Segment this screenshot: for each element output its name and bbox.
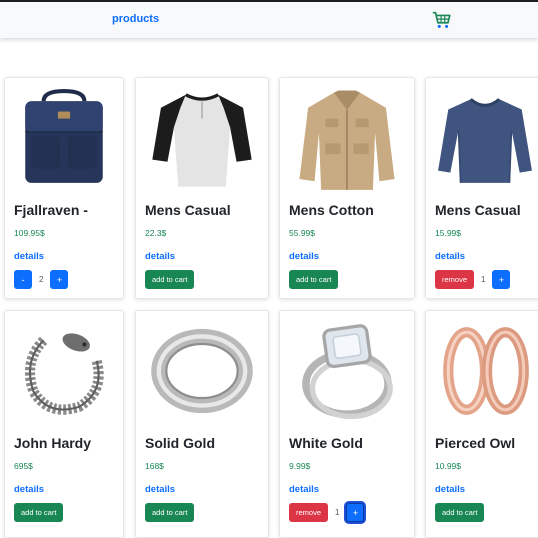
product-price: 168$ bbox=[145, 461, 164, 471]
silver-ring-image[interactable] bbox=[144, 317, 260, 425]
chain-bracelet-image[interactable] bbox=[13, 317, 115, 425]
cart-actions: remove 1 + bbox=[289, 503, 365, 522]
add-to-cart-button[interactable]: add to cart bbox=[14, 503, 64, 522]
cart-actions: add to cart bbox=[435, 503, 485, 522]
backpack-image[interactable] bbox=[13, 84, 115, 192]
product-price: 9.99$ bbox=[289, 461, 311, 471]
product-card: Pierced Owl 10.99$ details add to cart bbox=[425, 310, 538, 538]
add-to-cart-button[interactable]: add to cart bbox=[435, 503, 485, 522]
product-price: 109.95$ bbox=[14, 228, 45, 238]
remove-from-cart-button[interactable]: remove bbox=[435, 270, 475, 289]
remove-from-cart-button[interactable]: remove bbox=[289, 503, 329, 522]
diamond-ring-image[interactable] bbox=[288, 317, 406, 425]
product-price: 695$ bbox=[14, 461, 33, 471]
cart-actions: add to cart bbox=[14, 503, 64, 522]
increase-quantity-button[interactable]: + bbox=[492, 270, 511, 289]
cart-actions: add to cart bbox=[145, 270, 195, 289]
product-card: Solid Gold 168$ details add to cart bbox=[135, 310, 269, 538]
navbar: products bbox=[0, 2, 538, 38]
increase-quantity-button[interactable]: + bbox=[346, 503, 365, 522]
product-price: 22.3$ bbox=[145, 228, 167, 238]
product-title: White Gold bbox=[289, 435, 363, 451]
details-link[interactable]: details bbox=[14, 484, 44, 495]
cart-actions: - 2 + bbox=[14, 270, 69, 289]
product-title: Solid Gold bbox=[145, 435, 215, 451]
product-price: 10.99$ bbox=[435, 461, 461, 471]
product-title: Mens Casual bbox=[435, 202, 521, 218]
product-title: Mens Casual bbox=[145, 202, 231, 218]
product-title: John Hardy bbox=[14, 435, 92, 451]
details-link[interactable]: details bbox=[14, 251, 44, 262]
add-to-cart-button[interactable]: add to cart bbox=[289, 270, 339, 289]
cart-actions: add to cart bbox=[289, 270, 339, 289]
add-to-cart-button[interactable]: add to cart bbox=[145, 270, 195, 289]
product-price: 55.99$ bbox=[289, 228, 315, 238]
quantity-value: 2 bbox=[39, 275, 44, 284]
increase-quantity-button[interactable]: + bbox=[50, 270, 69, 289]
details-link[interactable]: details bbox=[145, 251, 175, 262]
product-title: Mens Cotton bbox=[289, 202, 374, 218]
product-title: Pierced Owl bbox=[435, 435, 516, 451]
details-link[interactable]: details bbox=[289, 484, 319, 495]
product-card: John Hardy 695$ details add to cart bbox=[4, 310, 124, 538]
product-card: Fjallraven - 109.95$ details - 2 + bbox=[4, 77, 124, 299]
product-card: Mens Casual 15.99$ details remove 1 + bbox=[425, 77, 538, 299]
raglan-tshirt-image[interactable] bbox=[144, 84, 260, 192]
quantity-value: 1 bbox=[335, 508, 340, 517]
details-link[interactable]: details bbox=[145, 484, 175, 495]
rose-gold-rings-image[interactable] bbox=[434, 317, 536, 425]
product-card: White Gold 9.99$ details remove 1 + bbox=[279, 310, 415, 538]
quantity-value: 1 bbox=[481, 275, 486, 284]
cart-actions: add to cart bbox=[145, 503, 195, 522]
slim-fit-shirt-image[interactable] bbox=[434, 84, 536, 192]
cotton-jacket-image[interactable] bbox=[288, 84, 406, 192]
product-card: Mens Casual 22.3$ details add to cart bbox=[135, 77, 269, 299]
shopping-cart-icon[interactable] bbox=[431, 9, 453, 31]
details-link[interactable]: details bbox=[289, 251, 319, 262]
decrease-quantity-button[interactable]: - bbox=[14, 270, 32, 289]
product-card: Mens Cotton 55.99$ details add to cart bbox=[279, 77, 415, 299]
product-price: 15.99$ bbox=[435, 228, 461, 238]
nav-products-link[interactable]: products bbox=[112, 13, 159, 25]
details-link[interactable]: details bbox=[435, 484, 465, 495]
product-title: Fjallraven - bbox=[14, 202, 88, 218]
cart-actions: remove 1 + bbox=[435, 270, 511, 289]
add-to-cart-button[interactable]: add to cart bbox=[145, 503, 195, 522]
details-link[interactable]: details bbox=[435, 251, 465, 262]
